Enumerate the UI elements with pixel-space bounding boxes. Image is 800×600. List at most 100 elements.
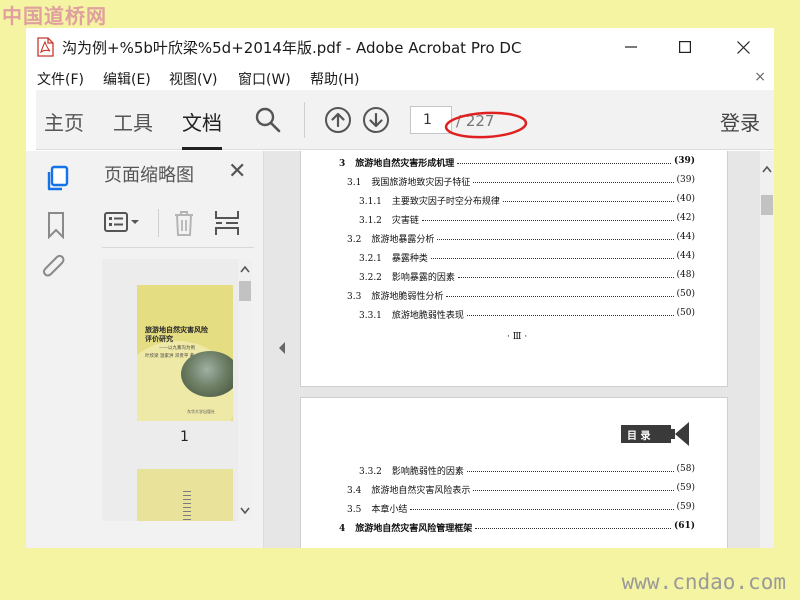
thumbnail-page-number: 1 [180, 429, 189, 445]
acrobat-window: 沟为例+%5b叶欣梁%5d+2014年版.pdf - Adobe Acrobat… [26, 28, 774, 548]
panel-toolbar-divider [158, 209, 159, 237]
toc-leader-dots [437, 232, 674, 240]
page-thumbnail-1[interactable]: 旅游地自然灾害风险 评价研究 ——以九寨沟为例 叶欣梁 温家洪 邓贵平 著 东华… [137, 285, 233, 421]
watermark-top: 中国道桥网 [2, 4, 107, 28]
tab-home[interactable]: 主页 [44, 107, 84, 136]
toc-entry[interactable]: 4 旅游地自然灾害风险管理框架 (61) [339, 521, 695, 534]
panel-close-button[interactable]: ✕ [228, 159, 246, 184]
toc-leader-dots [475, 521, 671, 529]
toc-entry-number: 4 [339, 524, 346, 534]
bookmark-icon[interactable] [46, 211, 66, 239]
pdf-page-2: 目 录 3.3.2 影响脆弱性的因素 (58) 3.4 旅游地自然灾害风险表示 (59) 3… [300, 397, 728, 548]
toc-entry-page: (50) [676, 289, 695, 299]
toc-leader-dots [410, 502, 674, 510]
active-tab-indicator [182, 147, 222, 150]
toc-entry[interactable]: 3.1.1 主要致灾因子时空分布规律 (40) [359, 194, 695, 207]
thumbnail-options-icon[interactable] [104, 211, 142, 235]
toc-entry[interactable]: 3 旅游地自然灾害形成机理 (39) [339, 156, 695, 169]
thumbnail-list: 旅游地自然灾害风险 评价研究 ——以九寨沟为例 叶欣梁 温家洪 邓贵平 著 东华… [102, 259, 252, 521]
cover-subtitle: ——以九寨沟为例 [159, 346, 195, 351]
toc-leader-dots [446, 289, 674, 297]
toc-entry[interactable]: 3.2 旅游地暴露分析 (44) [347, 232, 695, 245]
toc-leader-dots [473, 175, 674, 183]
toc-entry-number: 3.5 [347, 505, 362, 515]
toc-entry[interactable]: 3.3.1 旅游地脆弱性表现 (50) [359, 308, 695, 321]
toc-entry[interactable]: 3.3.2 影响脆弱性的因素 (58) [359, 464, 695, 477]
toc-entry-title: 暴露种类 [391, 254, 428, 264]
thumbnail-text-lines [183, 491, 191, 521]
tab-tools[interactable]: 工具 [113, 107, 153, 136]
toc-header-ornament [669, 422, 689, 446]
toc-entry-title: 主要致灾因子时空分布规律 [391, 197, 500, 207]
toc-entry-number: 3 [339, 159, 346, 169]
toc-entry-title: 旅游地脆弱性分析 [371, 292, 444, 302]
toc-entry-number: 3.1 [347, 178, 362, 188]
tab-document[interactable]: 文档 [182, 107, 222, 136]
toc-entry-page: (50) [676, 308, 695, 318]
close-window-button[interactable] [720, 28, 766, 66]
thumbnail-vertical-scrollbar[interactable] [238, 259, 252, 521]
login-button[interactable]: 登录 [720, 107, 760, 136]
toc-entry-number: 3.3 [347, 292, 362, 302]
toc-entry-title: 灾害链 [391, 216, 419, 226]
menu-window[interactable]: 窗口(W) [238, 69, 291, 89]
red-annotation-ellipse [444, 111, 528, 139]
menu-file[interactable]: 文件(F) [37, 69, 84, 89]
cover-title-line1: 旅游地自然灾害风险 [145, 325, 208, 334]
page-thumbnail-2[interactable] [137, 469, 233, 521]
document-vertical-scrollbar[interactable] [760, 151, 774, 548]
page-footer: · Ⅲ · [507, 332, 528, 342]
toc-entry[interactable]: 3.2.1 暴露种类 (44) [359, 251, 695, 264]
toc-leader-dots [467, 464, 674, 472]
next-page-icon[interactable] [362, 106, 390, 134]
doc-scroll-up-icon[interactable] [762, 165, 772, 173]
search-icon[interactable] [255, 107, 281, 133]
doc-scroll-thumb[interactable] [761, 195, 773, 215]
minimize-button[interactable] [608, 28, 654, 66]
menu-close-button[interactable]: × [754, 69, 766, 85]
panel-title: 页面缩略图 [104, 165, 194, 186]
toc-entry-number: 3.4 [347, 486, 362, 496]
toc-entry[interactable]: 3.2.2 影响暴露的因素 (48) [359, 270, 695, 283]
panel-divider [102, 247, 254, 248]
scroll-thumb[interactable] [239, 281, 251, 301]
collapse-left-icon[interactable] [278, 341, 286, 355]
maximize-icon [679, 41, 691, 53]
thumbnails-panel: 页面缩略图 ✕ 旅游地自然灾害风险 评价研究 ——以九寨沟为例 叶欣梁 温家洪 … [78, 151, 264, 548]
toc-entry-number: 3.3.1 [359, 311, 382, 321]
window-title: 沟为例+%5b叶欣梁%5d+2014年版.pdf - Adobe Acrobat… [62, 39, 522, 57]
delete-page-icon[interactable] [172, 209, 196, 237]
menu-help[interactable]: 帮助(H) [310, 69, 359, 89]
toc-entry[interactable]: 3.4 旅游地自然灾害风险表示 (59) [347, 483, 695, 496]
toc-leader-dots [422, 213, 674, 221]
toc-entry[interactable]: 3.5 本章小结 (59) [347, 502, 695, 515]
toc-entry-title: 旅游地暴露分析 [371, 235, 435, 245]
menu-bar: 文件(F) 编辑(E) 视图(V) 窗口(W) 帮助(H) × [26, 66, 774, 90]
attachment-icon[interactable] [42, 255, 70, 281]
toc-entry[interactable]: 3.1 我国旅游地致灾因子特征 (39) [347, 175, 695, 188]
previous-page-icon[interactable] [324, 106, 352, 134]
toc-entry-title: 旅游地自然灾害形成机理 [355, 159, 455, 169]
navigation-rail [26, 151, 78, 548]
title-bar: 沟为例+%5b叶欣梁%5d+2014年版.pdf - Adobe Acrobat… [26, 28, 774, 66]
toc-entry-page: (59) [676, 483, 695, 493]
scroll-down-icon[interactable] [240, 507, 250, 515]
toc-entry-title: 影响脆弱性的因素 [391, 467, 464, 477]
maximize-button[interactable] [662, 28, 708, 66]
toc-leader-dots [467, 308, 674, 316]
toc-header-label: 目 录 [627, 431, 651, 442]
page-thumbnails-icon[interactable] [44, 165, 70, 193]
toc-entry-title: 旅游地自然灾害风险管理框架 [355, 524, 473, 534]
scroll-up-icon[interactable] [240, 265, 250, 273]
cover-photo [181, 351, 233, 397]
toc-leader-dots [473, 483, 674, 491]
toolbar-divider [304, 102, 305, 138]
insert-page-icon[interactable] [214, 209, 240, 237]
menu-view[interactable]: 视图(V) [169, 69, 218, 89]
toc-entry-page: (39) [676, 175, 695, 185]
menu-edit[interactable]: 编辑(E) [103, 69, 151, 89]
toc-entry[interactable]: 3.3 旅游地脆弱性分析 (50) [347, 289, 695, 302]
toc-entry[interactable]: 3.1.2 灾害链 (42) [359, 213, 695, 226]
toc-entry-page: (40) [676, 194, 695, 204]
toc-entry-number: 3.1.1 [359, 197, 382, 207]
